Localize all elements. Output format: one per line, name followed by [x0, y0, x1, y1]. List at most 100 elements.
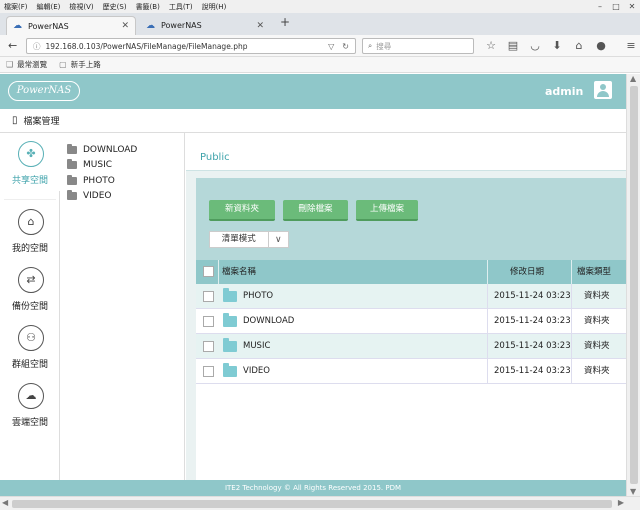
folder-icon — [223, 338, 237, 352]
scroll-thumb[interactable] — [12, 500, 612, 508]
row-checkbox[interactable] — [203, 291, 214, 302]
download-icon[interactable]: ⬇ — [546, 38, 568, 54]
bookmark-label: 新手上路 — [70, 60, 101, 69]
page-title-bar: ▯ 檔案管理 — [0, 109, 626, 133]
share-icon: ✤ — [18, 141, 44, 167]
divider — [487, 309, 488, 334]
reload-icon[interactable]: ↻ — [342, 42, 349, 51]
file-modified: 2015-11-24 03:23 — [494, 316, 571, 326]
maximize-icon[interactable]: □ — [608, 0, 624, 13]
divider — [487, 359, 488, 384]
rail-item-shared[interactable]: ✤ 共享空間 — [0, 133, 60, 191]
cloud-icon: ☁ — [18, 383, 44, 409]
new-tab-icon[interactable]: + — [280, 15, 290, 29]
rail-item-my-space[interactable]: ⌂ 我的空間 — [0, 201, 60, 259]
breadcrumb-public[interactable]: Public — [200, 152, 230, 163]
hamburger-menu-icon[interactable]: ≡ — [620, 38, 640, 54]
app-header: PowerNAS admin — [0, 74, 626, 109]
file-type: 資料夾 — [584, 291, 610, 301]
clipboard-icon[interactable]: ▤ — [502, 38, 524, 54]
tree-item-music[interactable]: MUSIC — [67, 158, 112, 172]
minimize-icon[interactable]: – — [592, 0, 608, 13]
scroll-thumb[interactable] — [630, 86, 638, 484]
username[interactable]: admin — [545, 85, 583, 98]
tree-item-photo[interactable]: PHOTO — [67, 174, 115, 188]
delete-file-button[interactable]: 刪除檔案 — [283, 200, 348, 221]
file-modified: 2015-11-24 03:23 — [494, 291, 571, 301]
menu-bookmarks[interactable]: 書籤(B) — [136, 2, 160, 12]
file-type: 資料夾 — [584, 341, 610, 351]
tree-item-download[interactable]: DOWNLOAD — [67, 143, 137, 157]
bookmark-label: 最常瀏覽 — [17, 60, 48, 69]
horizontal-scrollbar[interactable]: ◀ ▶ — [0, 496, 640, 510]
rail-item-group[interactable]: ⚇ 群組空間 — [0, 317, 60, 375]
row-checkbox[interactable] — [203, 341, 214, 352]
scroll-down-icon[interactable]: ▼ — [630, 487, 636, 496]
tab-powernas-2[interactable]: ☁ PowerNAS ✕ — [140, 16, 270, 35]
search-input[interactable]: ⌕ 搜尋 — [362, 38, 474, 54]
info-icon: ⓘ — [33, 41, 41, 51]
tab-powernas-1[interactable]: ☁ PowerNAS ✕ — [6, 16, 136, 35]
bookmark-most-visited[interactable]: ❑ 最常瀏覽 — [6, 59, 47, 70]
file-name[interactable]: DOWNLOAD — [243, 309, 294, 334]
close-tab-icon[interactable]: ✕ — [256, 21, 264, 31]
chevron-down-icon[interactable]: ∨ — [269, 235, 289, 245]
close-tab-icon[interactable]: ✕ — [121, 21, 129, 31]
avatar[interactable] — [594, 81, 612, 99]
divider — [487, 334, 488, 359]
select-all-checkbox[interactable] — [203, 266, 214, 277]
column-header-modified[interactable]: 修改日期 — [510, 260, 544, 284]
cloud-favicon-icon: ☁ — [13, 21, 22, 31]
rail-item-cloud[interactable]: ☁ 雲端空間 — [0, 375, 60, 433]
window-controls: – □ ✕ — [592, 0, 640, 13]
file-name[interactable]: MUSIC — [243, 334, 270, 359]
close-window-icon[interactable]: ✕ — [624, 0, 640, 13]
menu-help[interactable]: 說明(H) — [202, 2, 227, 12]
menu-view[interactable]: 檢視(V) — [69, 2, 93, 12]
vertical-scrollbar[interactable]: ▲ ▼ — [626, 74, 640, 496]
new-folder-button[interactable]: 新資料夾 — [209, 200, 275, 221]
table-row[interactable]: VIDEO 2015-11-24 03:23 資料夾 — [196, 359, 626, 384]
menu-edit[interactable]: 編輯(E) — [37, 2, 61, 12]
pocket-icon[interactable]: ◡ — [524, 38, 546, 54]
upload-file-button[interactable]: 上傳檔案 — [356, 200, 418, 221]
home-icon[interactable]: ⌂ — [568, 38, 590, 54]
breadcrumb: Public — [186, 133, 626, 171]
scroll-left-icon[interactable]: ◀ — [2, 498, 8, 507]
menu-bar: 檔案(F) 編輯(E) 檢視(V) 歷史(S) 書籤(B) 工具(T) 說明(H… — [0, 0, 640, 13]
menu-tools[interactable]: 工具(T) — [169, 2, 193, 12]
file-modified: 2015-11-24 03:23 — [494, 341, 571, 351]
divider — [571, 260, 572, 284]
dropdown-icon[interactable]: ▽ — [328, 42, 334, 51]
rail-item-backup[interactable]: ⇄ 備份空間 — [0, 259, 60, 317]
row-checkbox[interactable] — [203, 366, 214, 377]
tab-label: PowerNAS — [161, 21, 202, 30]
menu-file[interactable]: 檔案(F) — [4, 2, 28, 12]
toolbar-icons: ☆ ▤ ◡ ⬇ ⌂ ● ≡ — [480, 38, 640, 54]
file-name[interactable]: PHOTO — [243, 284, 273, 309]
view-mode-select[interactable]: 清單模式 ∨ — [209, 231, 289, 248]
tree-item-video[interactable]: VIDEO — [67, 189, 112, 203]
menu-history[interactable]: 歷史(S) — [103, 2, 127, 12]
star-icon[interactable]: ☆ — [480, 38, 502, 54]
rail-label: 我的空間 — [11, 244, 48, 254]
table-row[interactable]: PHOTO 2015-11-24 03:23 資料夾 — [196, 284, 626, 309]
scroll-right-icon[interactable]: ▶ — [618, 498, 624, 507]
file-name[interactable]: VIDEO — [243, 359, 270, 384]
divider — [571, 309, 572, 334]
rail-label: 共享空間 — [11, 176, 48, 186]
folder-icon — [67, 144, 77, 154]
column-header-name[interactable]: 檔案名稱 — [222, 260, 256, 284]
table-row[interactable]: MUSIC 2015-11-24 03:23 資料夾 — [196, 334, 626, 359]
powernas-logo[interactable]: PowerNAS — [8, 81, 80, 101]
search-placeholder: 搜尋 — [376, 41, 392, 51]
table-row[interactable]: DOWNLOAD 2015-11-24 03:23 資料夾 — [196, 309, 626, 334]
scroll-up-icon[interactable]: ▲ — [630, 74, 636, 83]
back-arrow-icon[interactable]: ← — [8, 38, 17, 54]
url-bar[interactable]: ⓘ 192.168.0.103/PowerNAS/FileManage/File… — [26, 38, 356, 54]
column-header-type[interactable]: 檔案類型 — [577, 260, 611, 284]
search-icon: ⌕ — [368, 41, 373, 50]
row-checkbox[interactable] — [203, 316, 214, 327]
chat-icon[interactable]: ● — [590, 38, 612, 54]
bookmark-getting-started[interactable]: ▢ 新手上路 — [59, 59, 101, 70]
